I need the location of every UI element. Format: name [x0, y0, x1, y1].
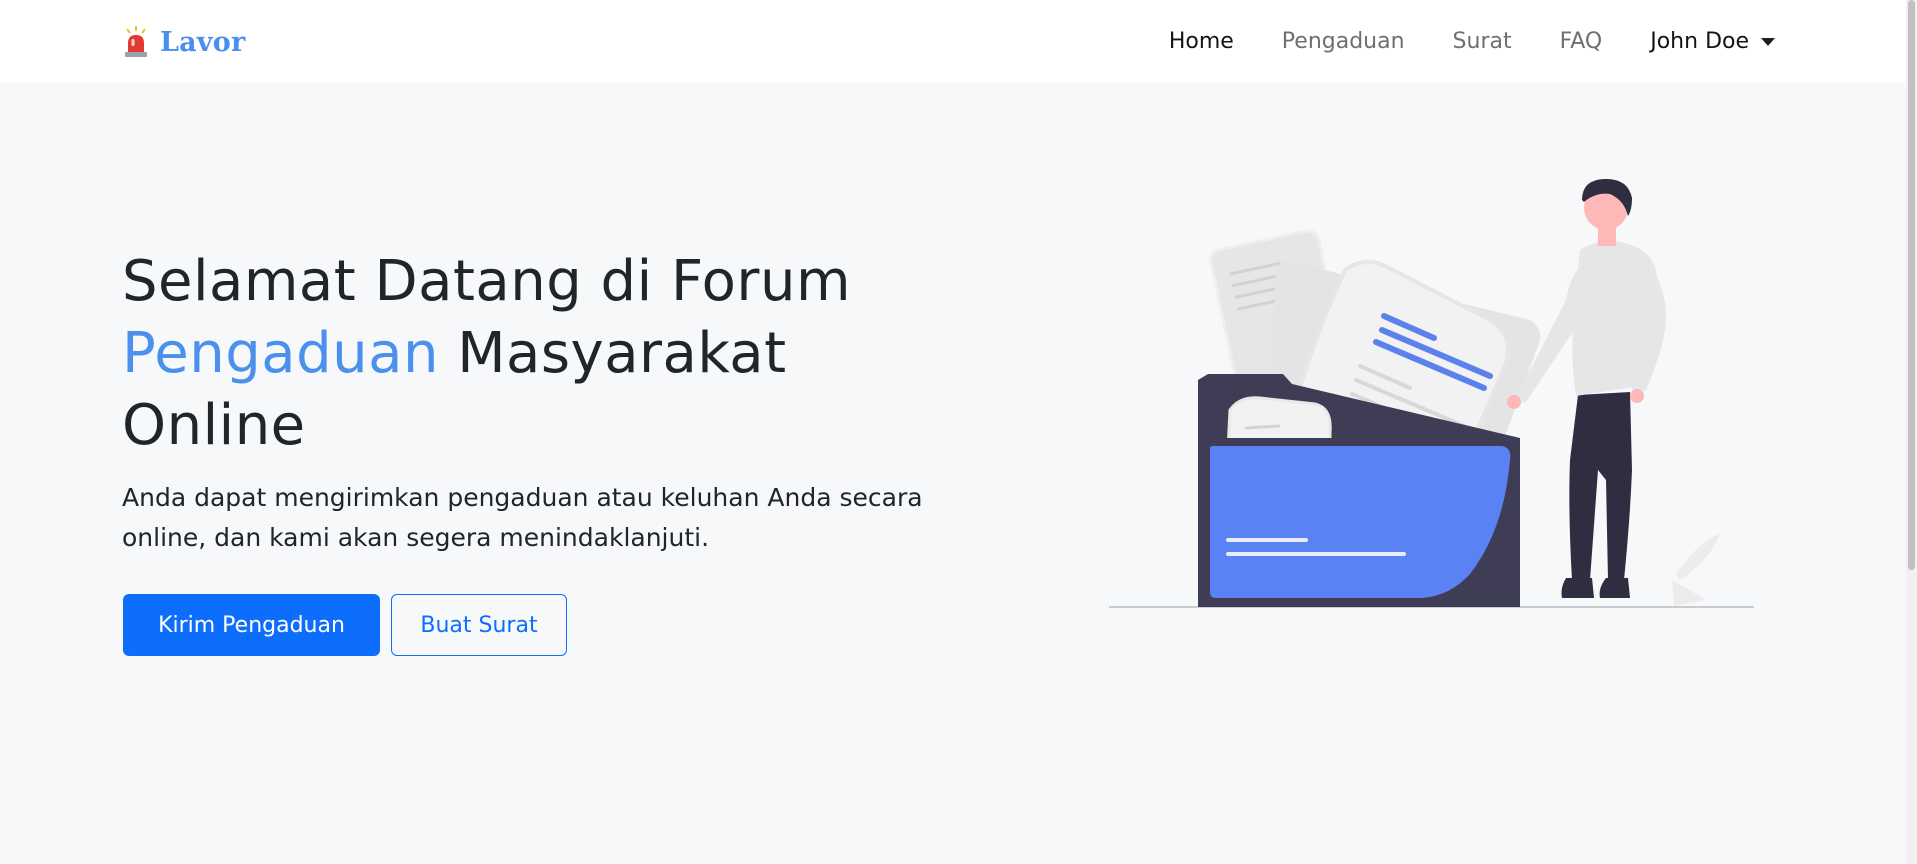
caret-down-icon — [1761, 38, 1775, 46]
brand-link[interactable]: Lavor — [122, 22, 245, 62]
folder-documents-person-illustration — [1109, 178, 1754, 608]
scrollbar-thumb[interactable] — [1908, 0, 1915, 570]
hero-title: Selamat Datang di Forum Pengaduan Masyar… — [122, 246, 982, 462]
hero-subtitle: Anda dapat mengirimkan pengaduan atau ke… — [122, 483, 923, 552]
nav-links: Home Pengaduan Surat FAQ John Doe — [1121, 0, 1775, 82]
brand-name: Lavor — [160, 26, 246, 58]
page-scrollbar[interactable] — [1906, 0, 1917, 864]
siren-icon — [125, 26, 147, 57]
nav-item-pengaduan[interactable]: Pengaduan — [1282, 29, 1405, 54]
user-name: John Doe — [1650, 28, 1749, 54]
nav-item-surat[interactable]: Surat — [1453, 29, 1512, 54]
hero-title-part1: Selamat Datang di Forum — [122, 249, 851, 314]
kirim-pengaduan-button[interactable]: Kirim Pengaduan — [123, 594, 380, 656]
hero-title-accent: Pengaduan — [122, 321, 439, 386]
user-dropdown-toggle[interactable]: John Doe — [1650, 29, 1775, 54]
nav-item-home[interactable]: Home — [1169, 29, 1234, 54]
buat-surat-button[interactable]: Buat Surat — [391, 594, 567, 656]
nav-item-faq[interactable]: FAQ — [1560, 29, 1603, 54]
navbar: Lavor Home Pengaduan Surat FAQ John Doe — [0, 0, 1906, 82]
